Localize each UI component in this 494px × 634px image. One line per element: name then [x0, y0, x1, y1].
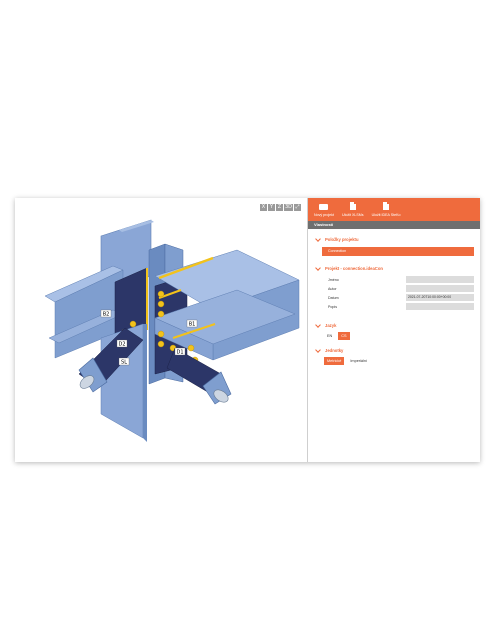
chevron-down-icon: [315, 321, 321, 328]
section-title: Vlastnosti: [308, 221, 480, 229]
3d-viewport[interactable]: B2 B1 D2 D1 SL X Y Z 3D ⤢: [15, 198, 308, 462]
name-field[interactable]: [406, 276, 474, 283]
view-z-button[interactable]: Z: [276, 204, 283, 211]
label-sl: SL: [121, 360, 127, 366]
save-xl-label: Uložit XLSMs: [341, 213, 364, 217]
view-3d-button[interactable]: 3D: [284, 204, 293, 211]
field-row-name: Jméno: [328, 275, 474, 284]
units-switch: Metrické Imperiální: [324, 357, 474, 365]
chevron-down-icon: [315, 264, 321, 271]
field-label: Jméno: [328, 277, 339, 282]
chevron-down-icon: [315, 235, 321, 242]
view-y-button[interactable]: Y: [268, 204, 275, 211]
label-b2: B2: [103, 312, 110, 318]
language-group: Jazyk EN CS: [315, 321, 474, 340]
date-field[interactable]: 2021-07-20T10:00:00+00:00: [406, 294, 474, 301]
field-row-author: Autor: [328, 284, 474, 293]
zoom-fit-icon[interactable]: ⤢: [294, 204, 301, 211]
top-toolbar: Nový projekt Uložit XLSMs Uložit IDEA St…: [308, 198, 480, 221]
field-label: Popis: [328, 304, 337, 309]
project-items-title: Položky projektu: [325, 237, 359, 242]
units-group: Jednotky Metrické Imperiální: [315, 346, 474, 365]
connection-3d-model[interactable]: B2 B1 D2 D1 SL: [15, 198, 307, 462]
save-xl-button[interactable]: Uložit XLSMs: [342, 198, 364, 217]
view-x-button[interactable]: X: [260, 204, 267, 211]
project-items-header[interactable]: Položky projektu: [315, 235, 474, 243]
chevron-down-icon: [315, 346, 321, 353]
application-window: B2 B1 D2 D1 SL X Y Z 3D ⤢ Nový projekt U…: [15, 198, 480, 462]
folder-icon: [319, 204, 329, 210]
language-en-option[interactable]: EN: [324, 332, 335, 340]
units-metric-option[interactable]: Metrické: [324, 357, 345, 365]
new-project-label: Nový projekt: [314, 213, 334, 217]
language-switch: EN CS: [324, 332, 474, 340]
save-ideacon-label: Uložit IDEA SteKo: [371, 213, 401, 217]
units-title: Jednotky: [325, 348, 344, 353]
label-d1: D1: [176, 350, 183, 356]
language-cs-option[interactable]: CS: [338, 332, 350, 340]
field-label: Autor: [328, 286, 337, 291]
save-ideacon-button[interactable]: Uložit IDEA SteKo: [372, 198, 401, 217]
author-field[interactable]: [406, 285, 474, 292]
label-b1: B1: [189, 322, 196, 328]
file-save-icon: [349, 202, 356, 210]
label-d2: D2: [118, 342, 125, 348]
project-info-title: Projekt - connection.ideaCon: [325, 266, 383, 271]
field-label: Datum: [328, 295, 339, 300]
field-row-date: Datum 2021-07-20T10:00:00+00:00: [328, 293, 474, 302]
project-info-group: Projekt - connection.ideaCon Jméno Autor…: [315, 264, 474, 311]
properties-panel: Nový projekt Uložit XLSMs Uložit IDEA St…: [308, 198, 480, 462]
language-header[interactable]: Jazyk: [315, 321, 474, 329]
view-toolbar: X Y Z 3D ⤢: [260, 204, 301, 211]
new-project-button[interactable]: Nový projekt: [314, 198, 334, 217]
project-info-header[interactable]: Projekt - connection.ideaCon: [315, 264, 474, 272]
language-title: Jazyk: [325, 323, 337, 328]
units-imperial-option[interactable]: Imperiální: [347, 357, 370, 365]
units-header[interactable]: Jednotky: [315, 346, 474, 354]
project-items-group: Položky projektu Connection: [315, 235, 474, 256]
field-row-description: Popis: [328, 302, 474, 311]
connection-item[interactable]: Connection: [322, 247, 474, 256]
file-save-icon: [383, 202, 390, 210]
description-field[interactable]: [406, 303, 474, 310]
